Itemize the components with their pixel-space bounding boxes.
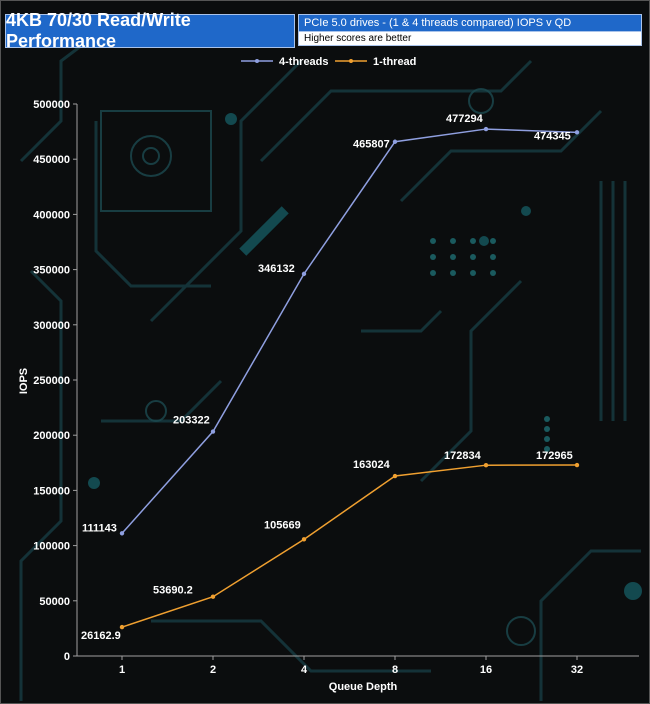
data-point [574,130,580,135]
chart-frame: 4KB 70/30 Read/Write Performance PCIe 5.… [0,0,650,704]
series-line-1-thread [121,464,578,628]
data-label: 346132 [258,263,295,275]
y-tick-label: 50000 [39,596,70,608]
x-tick-label: 8 [392,664,398,676]
series-line-4-threads [121,128,578,534]
y-axis-title: IOPS [18,368,30,394]
data-point [210,594,216,599]
legend-marker [349,59,353,63]
y-tick-label: 300000 [33,320,70,332]
data-point [301,271,307,277]
y-tick-label: 450000 [33,154,70,166]
data-point [119,531,125,536]
legend-label: 1-thread [373,56,416,68]
data-label: 172965 [536,450,573,462]
data-point [483,462,489,468]
y-tick-label: 200000 [33,430,70,442]
data-label: 465807 [353,139,390,151]
data-label: 111143 [82,522,117,534]
data-point [392,139,398,144]
data-point [119,624,125,630]
y-tick-label: 100000 [33,541,70,553]
y-tick-label: 150000 [33,485,70,497]
data-point [574,462,580,468]
data-label: 163024 [353,459,391,471]
y-tick-label: 0 [64,651,70,663]
data-label: 26162.9 [81,630,121,642]
x-tick-label: 4 [301,664,308,676]
data-label: 477294 [446,113,484,125]
data-point [301,537,307,542]
y-tick-label: 500000 [33,99,70,111]
data-point [483,126,489,132]
data-label: 172834 [444,450,482,462]
data-label: 474345 [534,130,571,142]
data-point [210,429,216,434]
line-chart: 0 50000 100000 150000 200000 250000 300000 3500… [18,56,639,693]
legend-label: 4-threads [279,56,329,68]
x-axis-title: Queue Depth [329,681,398,693]
x-tick-label: 2 [210,664,216,676]
y-tick-label: 350000 [33,265,70,277]
y-tick-label: 250000 [33,375,70,387]
x-tick-label: 16 [480,664,492,676]
data-label: 105669 [264,519,301,531]
data-label: 203322 [173,415,210,427]
data-point [392,473,398,479]
data-label: 53690.2 [153,585,193,597]
legend-marker [255,59,259,63]
x-tick-label: 32 [571,664,583,676]
x-tick-label: 1 [119,664,125,676]
y-tick-label: 400000 [33,209,70,221]
